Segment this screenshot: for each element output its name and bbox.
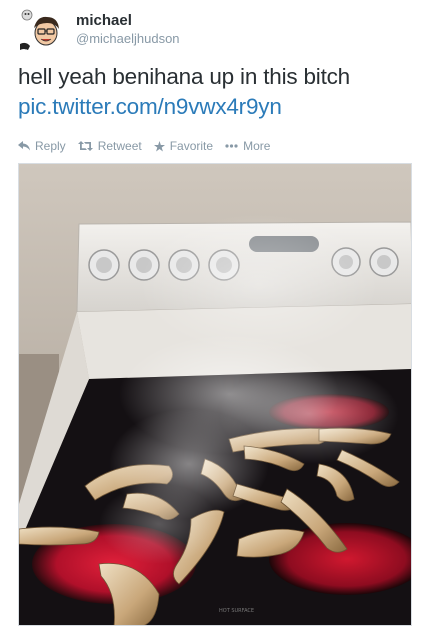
more-label: More [243,139,271,153]
retweet-label: Retweet [97,139,142,153]
tweet-body: hell yeah benihana up in this bitch pic.… [18,62,428,122]
avatar[interactable]: ✦ [20,8,66,52]
tweet-text: hell yeah benihana up in this bitch [18,64,350,89]
stove-photo: HOT SURFACE [19,164,411,625]
ellipsis-icon [225,144,238,148]
retweet-icon [77,141,93,151]
favorite-button[interactable]: Favorite [153,139,214,153]
tweet-photo-link[interactable]: pic.twitter.com/n9vwx4r9yn [18,92,428,122]
user-handle[interactable]: @michaeljhudson [76,31,180,46]
reply-arrow-icon [18,141,30,151]
user-name[interactable]: michael [76,12,132,29]
svg-text:✦: ✦ [23,46,27,52]
tweet-actions: Reply Retweet Favorite More [18,138,282,154]
retweet-button[interactable]: Retweet [77,139,142,153]
reply-button[interactable]: Reply [18,139,66,153]
more-button[interactable]: More [225,139,270,153]
favorite-label: Favorite [169,139,214,153]
tweet-photo[interactable]: HOT SURFACE [18,163,412,626]
star-icon [153,140,165,152]
stove-label: HOT SURFACE [219,608,254,614]
tweet-header: ✦ michael @michaeljhudson [14,6,424,54]
reply-label: Reply [35,139,66,153]
